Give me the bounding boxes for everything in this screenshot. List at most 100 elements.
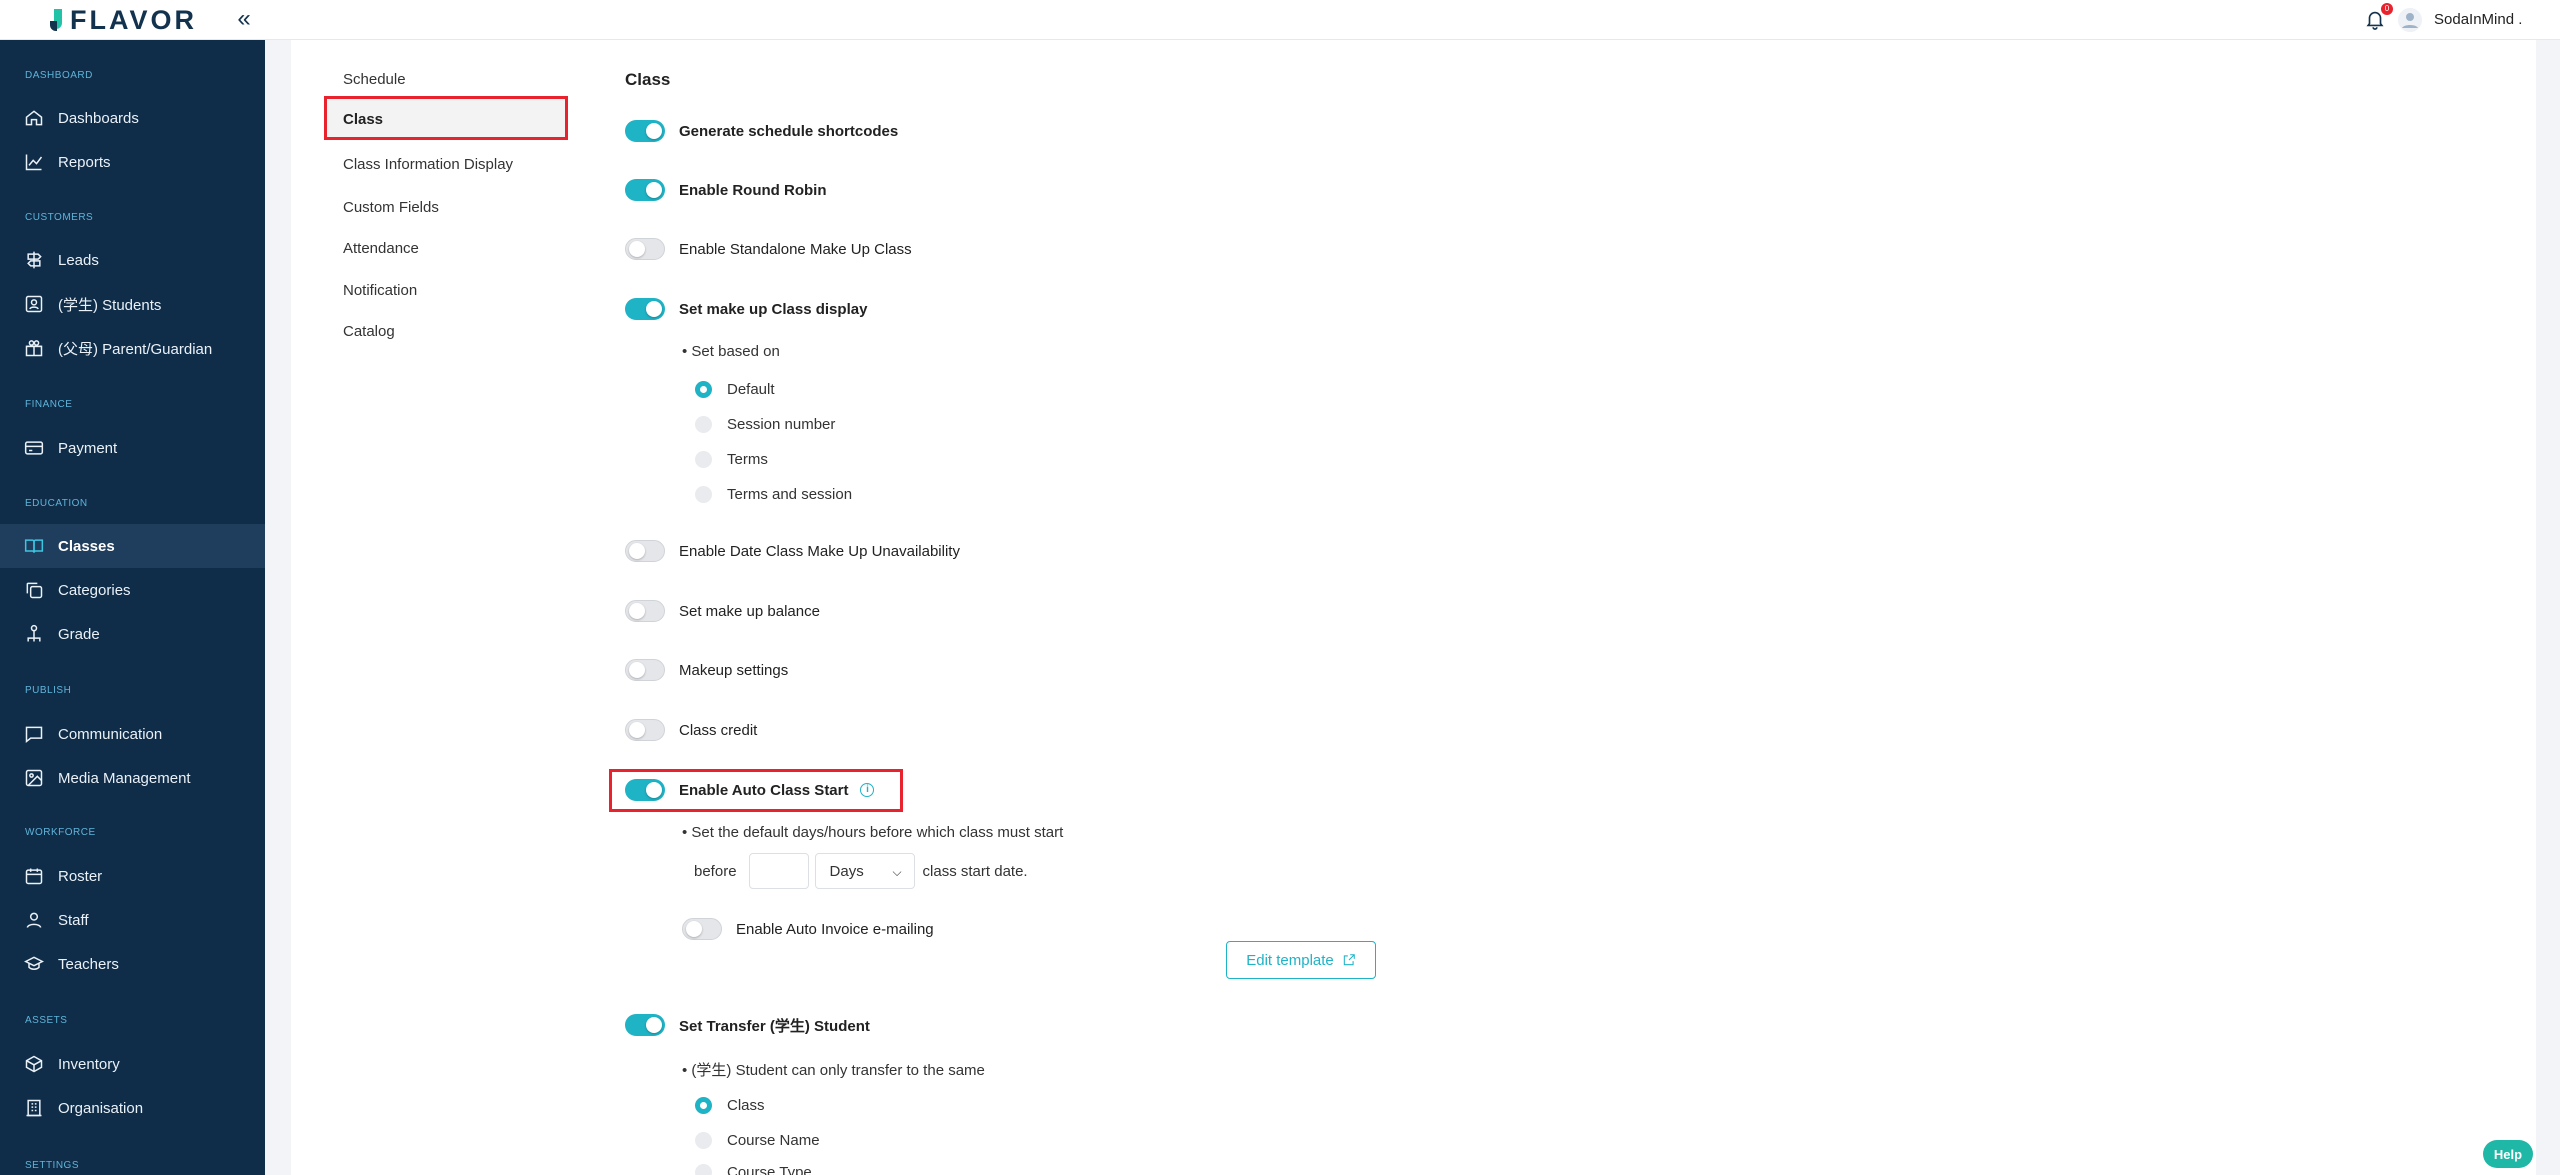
avatar[interactable] (2398, 8, 2422, 32)
radio-option-terms[interactable]: Terms (695, 451, 768, 468)
sidebar-item-label: Communication (58, 725, 163, 743)
book-icon (24, 536, 44, 556)
toggle-auto-class-start[interactable] (625, 779, 665, 801)
radio-button[interactable] (695, 1097, 712, 1114)
sidebar-item-label: (父母) Parent/Guardian (58, 340, 213, 358)
edit-template-button[interactable]: Edit template (1226, 941, 1376, 979)
radio-button[interactable] (695, 416, 712, 433)
radio-label: Terms and session (727, 486, 853, 503)
subnav-class[interactable]: Class (324, 96, 568, 140)
sidebar-item-staff[interactable]: Staff (0, 898, 265, 942)
toggle-makeup-display[interactable] (625, 298, 665, 320)
toggle-transfer-student[interactable] (625, 1014, 665, 1036)
sidebar-item-parent-guardian[interactable]: (父母) Parent/Guardian (0, 326, 265, 370)
sidebar-item-leads[interactable]: Leads (0, 238, 265, 282)
toggle-auto-invoice[interactable] (682, 918, 722, 940)
radio-label: Course Name (727, 1132, 820, 1149)
radio-button[interactable] (695, 1132, 712, 1149)
subnav-attendance[interactable]: Attendance (343, 240, 419, 257)
section-label-customers: CUSTOMERS (25, 212, 94, 223)
auto-start-hint: • Set the default days/hours before whic… (682, 824, 1064, 841)
setting-round-robin: Enable Round Robin (625, 178, 827, 202)
section-label-assets: ASSETS (25, 1015, 68, 1026)
radio-button[interactable] (695, 486, 712, 503)
radio-option-course-type[interactable]: Course Type (695, 1164, 812, 1175)
sidebar-item-label: Staff (58, 911, 89, 929)
toggle-date-unavailability[interactable] (625, 540, 665, 562)
radio-option-default[interactable]: Default (695, 381, 775, 398)
toggle-round-robin[interactable] (625, 179, 665, 201)
hierarchy-icon (24, 624, 44, 644)
brand-name: FLAVOR (70, 4, 197, 35)
radio-option-session-number[interactable]: Session number (695, 416, 835, 433)
sidebar-item-label: Teachers (58, 955, 119, 973)
sidebar-item-organisation[interactable]: Organisation (0, 1086, 265, 1130)
subnav-custom-fields[interactable]: Custom Fields (343, 199, 439, 216)
building-icon (24, 1098, 44, 1118)
subnav-schedule[interactable]: Schedule (343, 71, 406, 88)
sidebar-item-label: Dashboards (58, 109, 139, 127)
toggle-standalone-makeup[interactable] (625, 238, 665, 260)
credit-card-icon (24, 438, 44, 458)
radio-label: Session number (727, 416, 836, 433)
section-label-finance: FINANCE (25, 399, 73, 410)
sidebar-item-teachers[interactable]: Teachers (0, 942, 265, 986)
sidebar-item-roster[interactable]: Roster (0, 854, 265, 898)
subnav-class-label: Class (343, 111, 384, 128)
radio-option-course-name[interactable]: Course Name (695, 1132, 820, 1149)
user-name[interactable]: SodaInMind . (2434, 11, 2522, 28)
days-input[interactable] (748, 853, 809, 889)
chevron-down-icon: ⌵ (892, 865, 902, 879)
sidebar-item-label: Media Management (58, 769, 191, 787)
sidebar-item-categories[interactable]: Categories (0, 568, 265, 612)
toggle-label: Enable Round Robin (679, 181, 827, 199)
toggle-label: Enable Auto Invoice e-mailing (736, 920, 934, 938)
external-link-icon (1343, 954, 1355, 966)
setting-generate-shortcodes: Generate schedule shortcodes (625, 119, 898, 143)
subnav-notification[interactable]: Notification (343, 282, 417, 299)
radio-button[interactable] (695, 1164, 712, 1175)
toggle-makeup-settings[interactable] (625, 659, 665, 681)
toggle-generate-shortcodes[interactable] (625, 120, 665, 142)
sidebar-item-payment[interactable]: Payment (0, 426, 265, 470)
home-icon (24, 108, 44, 128)
toggle-makeup-balance[interactable] (625, 600, 665, 622)
subnav-class-information-display[interactable]: Class Information Display (343, 156, 513, 173)
sidebar-item-reports[interactable]: Reports (0, 140, 265, 184)
sidebar-item-grade[interactable]: Grade (0, 612, 265, 656)
setting-transfer-student: Set Transfer (学生) Student (625, 1013, 870, 1037)
sidebar-item-label: Inventory (58, 1055, 120, 1073)
setting-date-unavailability: Enable Date Class Make Up Unavailability (625, 539, 960, 563)
chat-icon (24, 724, 44, 744)
radio-label: Class (727, 1097, 765, 1114)
sidebar-item-dashboards[interactable]: Dashboards (0, 96, 265, 140)
graduation-cap-icon (24, 954, 44, 974)
sidebar-item-communication[interactable]: Communication (0, 712, 265, 756)
sidebar-item-inventory[interactable]: Inventory (0, 1042, 265, 1086)
radio-button[interactable] (695, 451, 712, 468)
brand-logo[interactable]: FLAVOR (50, 4, 197, 35)
radio-button[interactable] (695, 381, 712, 398)
sidebar-item-students[interactable]: (学生) Students (0, 282, 265, 326)
setting-makeup-settings: Makeup settings (625, 658, 788, 682)
collapse-sidebar-icon[interactable]: « (232, 7, 256, 32)
top-bar: FLAVOR « 0 SodaInMind . (0, 0, 2560, 40)
section-label-workforce: WORKFORCE (25, 827, 96, 838)
setting-auto-class-start: Enable Auto Class Start i (625, 778, 875, 802)
radio-option-terms-and-session[interactable]: Terms and session (695, 486, 852, 503)
setting-makeup-balance: Set make up balance (625, 599, 820, 623)
toggle-label: Generate schedule shortcodes (679, 122, 899, 140)
subnav-catalog[interactable]: Catalog (343, 323, 395, 340)
radio-option-class[interactable]: Class (695, 1097, 765, 1114)
section-label-publish: PUBLISH (25, 685, 72, 696)
sidebar-item-classes[interactable]: Classes (0, 524, 265, 568)
toggle-label: Set make up Class display (679, 300, 868, 318)
toggle-class-credit[interactable] (625, 719, 665, 741)
sidebar-item-label: Roster (58, 867, 103, 885)
signpost-icon (24, 250, 44, 270)
info-icon[interactable]: i (860, 783, 875, 797)
help-button[interactable]: Help (2483, 1140, 2533, 1168)
sidebar-item-media-management[interactable]: Media Management (0, 756, 265, 800)
unit-select[interactable]: Days ⌵ (814, 853, 915, 889)
setting-class-credit: Class credit (625, 718, 757, 742)
